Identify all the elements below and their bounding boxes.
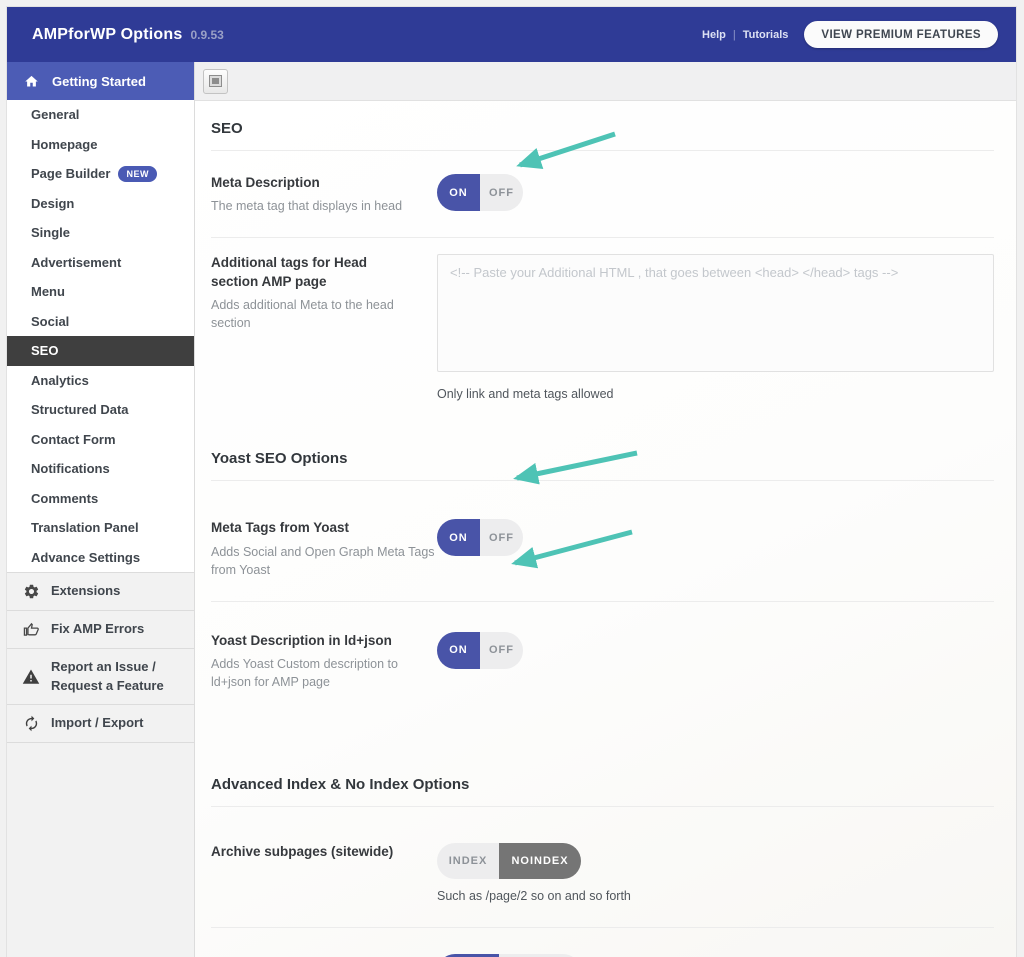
- toggle-off-segment[interactable]: OFF: [480, 174, 523, 211]
- sidebar-item-label: Page Builder: [31, 166, 111, 182]
- sidebar-item-translation-panel[interactable]: Translation Panel: [7, 513, 194, 543]
- option-description: The meta tag that displays in head: [211, 199, 403, 214]
- sidebar-item-import-export[interactable]: Import / Export: [7, 704, 194, 743]
- sidebar-item-label: Report an Issue / Request a Feature: [51, 658, 164, 693]
- sidebar-item-design[interactable]: Design: [7, 189, 194, 219]
- sidebar-item-label: SEO: [31, 343, 59, 359]
- sidebar-item-page-builder[interactable]: Page Builder NEW: [7, 159, 194, 189]
- meta-description-row: Meta Description The meta tag that displ…: [211, 151, 994, 239]
- sidebar-item-label: Advertisement: [31, 254, 122, 270]
- sidebar-item-report-issue[interactable]: Report an Issue / Request a Feature: [7, 647, 194, 705]
- sidebar-item-label: Extensions: [51, 583, 121, 598]
- sidebar-item-advertisement[interactable]: Advertisement: [7, 248, 194, 278]
- option-label: Yoast Description in ld+json: [211, 632, 392, 648]
- sidebar-item-comments[interactable]: Comments: [7, 484, 194, 514]
- archive-subpages-toggle[interactable]: INDEX NOINDEX: [437, 843, 581, 880]
- additional-tags-row: Additional tags for Head section AMP pag…: [211, 238, 994, 419]
- option-description: Adds additional Meta to the head section: [211, 297, 394, 330]
- sidebar-item-label: Translation Panel: [31, 520, 139, 536]
- sidebar-item-structured-data[interactable]: Structured Data: [7, 395, 194, 425]
- option-note: Such as /page/2 so on and so forth: [437, 889, 631, 904]
- thumbs-up-icon: [22, 620, 40, 638]
- sidebar-item-getting-started[interactable]: Getting Started: [7, 62, 194, 100]
- meta-description-toggle[interactable]: ON OFF: [437, 174, 523, 211]
- toggle-on-segment[interactable]: ON: [437, 631, 480, 669]
- toggle-noindex-segment[interactable]: NOINDEX: [499, 843, 581, 880]
- meta-tags-yoast-toggle[interactable]: ON OFF: [437, 519, 523, 557]
- option-label: Meta Description: [211, 175, 320, 190]
- header-separator: |: [732, 28, 736, 41]
- sidebar-item-homepage[interactable]: Homepage: [7, 130, 194, 160]
- sidebar-item-label: Single: [31, 225, 71, 241]
- option-description: Adds Yoast Custom description to ld+json…: [211, 657, 398, 690]
- sidebar-item-analytics[interactable]: Analytics: [7, 366, 194, 396]
- sidebar-filler: [7, 742, 194, 957]
- sidebar-item-label: Structured Data: [31, 402, 129, 418]
- sidebar-item-extensions[interactable]: Extensions: [7, 572, 194, 610]
- meta-tags-yoast-row: Meta Tags from Yoast Adds Social and Ope…: [211, 481, 994, 602]
- toggle-on-segment[interactable]: ON: [437, 519, 480, 557]
- sidebar-item-label: Getting Started: [52, 73, 146, 89]
- sidebar-item-label: Comments: [31, 490, 99, 506]
- app-window: AMPforWP Options 0.9.53 Help | Tutorials…: [7, 7, 1016, 957]
- sidebar-item-menu[interactable]: Menu: [7, 277, 194, 307]
- main-panel: SEO Meta Description The meta tag that d…: [195, 62, 1016, 957]
- author-archive-row: Author Archive pages INDEX NOINDEX: [211, 928, 994, 957]
- sidebar-item-label: Fix AMP Errors: [51, 620, 145, 636]
- sidebar-item-label: General: [31, 107, 80, 123]
- help-link[interactable]: Help: [702, 29, 726, 41]
- settings-content: SEO Meta Description The meta tag that d…: [195, 101, 1016, 957]
- sidebar-item-label: Notifications: [31, 461, 110, 477]
- sidebar-item-contact-form[interactable]: Contact Form: [7, 425, 194, 455]
- sidebar-bottom-list: Extensions Fix AMP Errors Report an Issu…: [7, 572, 194, 957]
- option-label: Archive subpages (sitewide): [211, 844, 394, 860]
- toggle-on-segment[interactable]: ON: [437, 174, 480, 211]
- sidebar-item-single[interactable]: Single: [7, 218, 194, 248]
- collapse-panel-button[interactable]: [203, 68, 228, 94]
- new-badge: NEW: [118, 165, 157, 182]
- section-heading-seo: SEO: [211, 101, 994, 151]
- sidebar-item-social[interactable]: Social: [7, 307, 194, 337]
- yoast-ldjson-toggle[interactable]: ON OFF: [437, 631, 523, 669]
- sidebar-item-label: Design: [31, 195, 75, 211]
- toggle-off-segment[interactable]: OFF: [480, 519, 523, 557]
- sidebar-item-notifications[interactable]: Notifications: [7, 454, 194, 484]
- warning-icon: [22, 668, 40, 686]
- sidebar-item-label: Import / Export: [51, 715, 144, 731]
- option-label: Additional tags for Head section AMP pag…: [211, 255, 368, 289]
- gear-icon: [22, 582, 40, 600]
- section-heading-yoast: Yoast SEO Options: [211, 431, 994, 482]
- sidebar-item-seo[interactable]: SEO: [7, 336, 194, 366]
- option-label: Meta Tags from Yoast: [211, 520, 350, 536]
- sidebar-item-label: Menu: [31, 284, 65, 300]
- sidebar-item-general[interactable]: General: [7, 100, 194, 130]
- panel-icon: [209, 75, 222, 87]
- app-header: AMPforWP Options 0.9.53 Help | Tutorials…: [7, 7, 1016, 62]
- yoast-ldjson-row: Yoast Description in ld+json Adds Yoast …: [211, 602, 994, 717]
- sidebar-item-label: Homepage: [31, 136, 98, 152]
- sidebar: Getting Started General Homepage Page Bu…: [7, 62, 195, 957]
- option-description: Adds Social and Open Graph Meta Tags fro…: [211, 544, 435, 577]
- archive-subpages-row: Archive subpages (sitewide) INDEX NOINDE…: [211, 807, 994, 929]
- toggle-index-segment[interactable]: INDEX: [437, 843, 499, 880]
- tutorials-link[interactable]: Tutorials: [743, 29, 789, 41]
- view-premium-features-button[interactable]: VIEW PREMIUM FEATURES: [804, 21, 998, 48]
- content-toolbar: [195, 62, 1016, 101]
- additional-head-tags-textarea[interactable]: [437, 254, 994, 373]
- sidebar-item-label: Analytics: [31, 372, 89, 388]
- section-heading-index: Advanced Index & No Index Options: [211, 757, 994, 808]
- sidebar-item-fix-amp-errors[interactable]: Fix AMP Errors: [7, 609, 194, 648]
- sidebar-item-label: Advance Settings: [31, 549, 141, 565]
- sidebar-item-label: Contact Form: [31, 431, 116, 447]
- version-label: 0.9.53: [190, 27, 224, 42]
- option-note: Only link and meta tags allowed: [437, 387, 614, 402]
- home-icon: [24, 74, 39, 89]
- sync-icon: [22, 715, 40, 733]
- sidebar-item-label: Social: [31, 313, 70, 329]
- sidebar-nav-list: General Homepage Page Builder NEW Design…: [7, 100, 194, 572]
- sidebar-item-advance-settings[interactable]: Advance Settings: [7, 543, 194, 573]
- toggle-off-segment[interactable]: OFF: [480, 631, 523, 669]
- page-title: AMPforWP Options: [32, 25, 183, 43]
